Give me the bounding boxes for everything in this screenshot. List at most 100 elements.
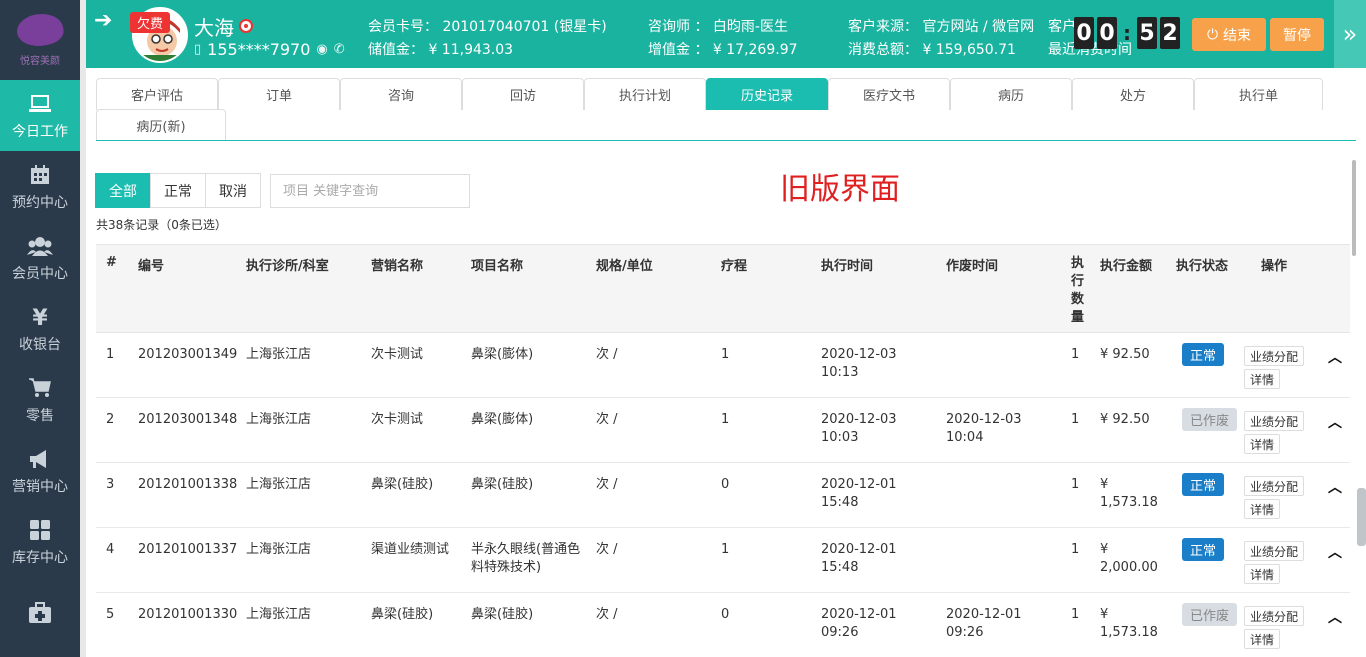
filter-button-2[interactable]: 正常	[150, 173, 206, 208]
chevron-up-icon[interactable]: ︿	[1328, 412, 1342, 432]
expand-chevron-icon[interactable]: »	[1334, 0, 1366, 68]
tab-11[interactable]: 病历(新)	[96, 109, 226, 141]
performance-allocation-button[interactable]: 业绩分配	[1244, 476, 1305, 496]
table-header: # 编号 执行诊所/科室 营销名称 项目名称 规格/单位 疗程 执行时间 作废时间 执行数量 执行金…	[96, 244, 1350, 333]
sidebar-item-5[interactable]: 零售	[0, 364, 80, 435]
performance-allocation-button[interactable]: 业绩分配	[1244, 606, 1305, 626]
medkit-icon	[28, 599, 52, 627]
sidebar-item-7[interactable]: 库存中心	[0, 506, 80, 577]
search-input[interactable]	[270, 174, 470, 208]
vip-icon	[239, 19, 253, 33]
megaphone-icon	[28, 445, 52, 473]
chevron-up-icon[interactable]: ︿	[1328, 477, 1342, 497]
table-row[interactable]: 5 201201001330 上海张江店 鼻梁(硅胶) 鼻梁(硅胶) 次 / 0 2020-1…	[96, 593, 1350, 657]
column-header: 作废时间	[946, 259, 999, 274]
end-button[interactable]: ⏻ 结束	[1192, 18, 1266, 51]
sidebar-divider	[80, 0, 86, 657]
cell-idx: 4	[106, 542, 115, 557]
column-header: 规格/单位	[596, 259, 653, 274]
tab-1[interactable]: 客户评估	[96, 78, 218, 110]
filter-button-1[interactable]: 全部	[95, 173, 151, 208]
sidebar-item-6[interactable]: 营销中心	[0, 435, 80, 506]
table-row[interactable]: 3 201201001338 上海张江店 鼻梁(硅胶) 鼻梁(硅胶) 次 / 0 2020-1…	[96, 463, 1350, 528]
cell-qty: 1	[1071, 542, 1080, 557]
cell-unit: 次 /	[596, 542, 618, 557]
tab-5[interactable]: 执行计划	[584, 78, 706, 110]
details-button[interactable]: 详情	[1244, 369, 1281, 389]
pause-button[interactable]: 暂停	[1270, 18, 1324, 51]
performance-allocation-button[interactable]: 业绩分配	[1244, 346, 1305, 366]
tab-3[interactable]: 咨询	[340, 78, 462, 110]
cell-clinic: 上海张江店	[246, 477, 312, 492]
tab-9[interactable]: 处方	[1072, 78, 1194, 110]
column-header: 营销名称	[371, 259, 424, 274]
chevron-up-icon[interactable]: ︿	[1328, 607, 1342, 627]
arrow-right-icon[interactable]: ➔	[94, 8, 112, 33]
chevron-up-icon[interactable]: ︿	[1328, 347, 1342, 367]
mobile-icon: ▯	[194, 42, 202, 57]
brand-logo[interactable]: 悦容美颜	[0, 0, 80, 80]
cell-item: 鼻梁(膨体)	[471, 412, 534, 427]
sidebar-item-label: 库存中心	[12, 550, 68, 566]
cell-amount: ¥ 1,573.18	[1100, 477, 1158, 510]
power-icon: ⏻	[1206, 26, 1219, 43]
column-header: 疗程	[721, 259, 748, 274]
cell-clinic: 上海张江店	[246, 607, 312, 622]
cell-code: 201203001349	[138, 347, 238, 362]
card-number: 会员卡号： 201017040701 (银星卡)	[368, 19, 607, 35]
tab-divider	[96, 140, 1356, 141]
details-button[interactable]: 详情	[1244, 629, 1281, 649]
timer-colon: :	[1123, 21, 1131, 45]
performance-allocation-button[interactable]: 业绩分配	[1244, 541, 1305, 561]
svg-text:¥: ¥	[32, 306, 48, 328]
sidebar-item-4[interactable]: ¥ 收银台	[0, 293, 80, 364]
cell-code: 201201001330	[138, 607, 238, 622]
side-handle[interactable]	[1357, 488, 1366, 546]
cart-icon	[28, 374, 52, 402]
timer-digit: 2	[1160, 17, 1180, 49]
column-header: 执行数量	[1071, 256, 1085, 325]
sidebar-item-2[interactable]: 预约中心	[0, 151, 80, 222]
cell-idx: 3	[106, 477, 115, 492]
phone-call-icon[interactable]: ✆	[334, 42, 345, 57]
cell-clinic: 上海张江店	[246, 412, 312, 427]
cell-amount: ¥ 92.50	[1100, 412, 1150, 427]
cell-unit: 次 /	[596, 412, 618, 427]
cell-course: 1	[721, 412, 730, 427]
column-header: 执行时间	[821, 259, 874, 274]
tab-7[interactable]: 医疗文书	[828, 78, 950, 110]
cell-exec-time: 2020-12-03 10:03	[821, 412, 897, 445]
tab-10[interactable]: 执行单	[1194, 78, 1323, 110]
sidebar-item-label: 营销中心	[12, 479, 68, 495]
table-row[interactable]: 2 201203001348 上海张江店 次卡测试 鼻梁(膨体) 次 / 1 2020-12-…	[96, 398, 1350, 463]
performance-allocation-button[interactable]: 业绩分配	[1244, 411, 1305, 431]
session-timer: 0 0 : 5 2	[1074, 17, 1180, 49]
eye-icon[interactable]: ◉	[316, 42, 327, 57]
details-button[interactable]: 详情	[1244, 564, 1281, 584]
sidebar-item-1[interactable]: 今日工作	[0, 80, 80, 151]
scrollbar-thumb[interactable]	[1352, 160, 1356, 256]
status-badge: 已作废	[1182, 408, 1238, 431]
table-row[interactable]: 4 201201001337 上海张江店 渠道业绩测试 半永久眼线(普通色料特殊技术) 次…	[96, 528, 1350, 593]
chevron-up-icon[interactable]: ︿	[1328, 542, 1342, 562]
column-header: 编号	[138, 259, 165, 274]
sidebar-item-8[interactable]	[0, 577, 80, 648]
tab-4[interactable]: 回访	[462, 78, 584, 110]
table-row[interactable]: 1 201203001349 上海张江店 次卡测试 鼻梁(膨体) 次 / 1 2020-12-…	[96, 333, 1350, 398]
cell-unit: 次 /	[596, 477, 618, 492]
timer-digit: 5	[1137, 17, 1157, 49]
grid-icon	[29, 516, 51, 544]
tab-8[interactable]: 病历	[950, 78, 1072, 110]
details-button[interactable]: 详情	[1244, 499, 1281, 519]
details-button[interactable]: 详情	[1244, 434, 1281, 454]
tab-2[interactable]: 订单	[218, 78, 340, 110]
old-ui-label: 旧版界面	[780, 172, 900, 207]
customer-name: 大海	[194, 16, 234, 40]
laptop-icon	[28, 90, 52, 118]
sidebar-item-label: 今日工作	[12, 124, 68, 140]
column-header: #	[106, 255, 117, 270]
tab-6[interactable]: 历史记录	[706, 78, 828, 110]
filter-button-3[interactable]: 取消	[205, 173, 261, 208]
sidebar-item-3[interactable]: 会员中心	[0, 222, 80, 293]
bonus-value: 增值金 ： ¥ 17,269.97	[648, 42, 798, 58]
